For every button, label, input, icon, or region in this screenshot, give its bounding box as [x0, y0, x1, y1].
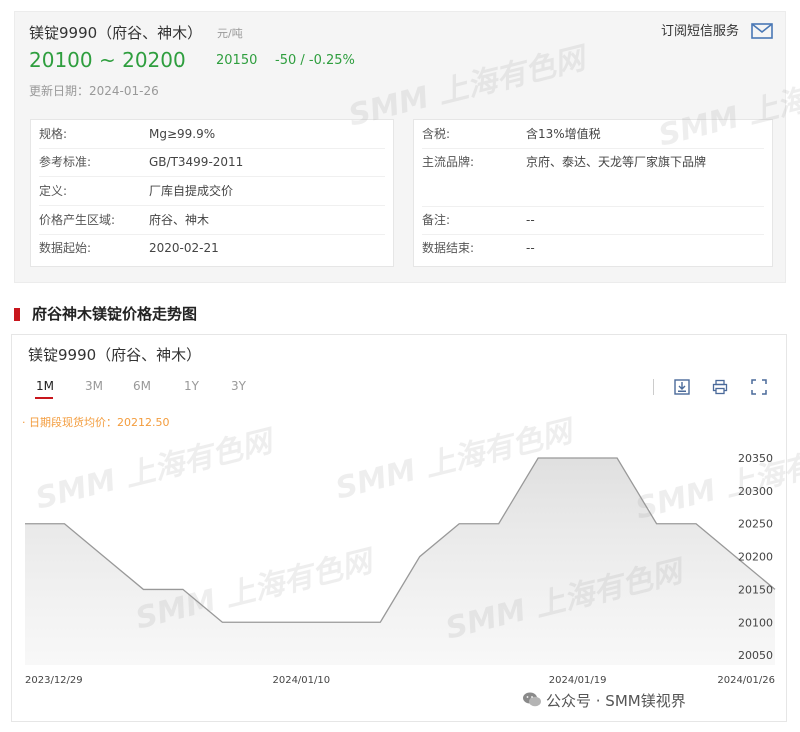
data-point[interactable]	[298, 619, 304, 625]
data-point[interactable]	[575, 455, 581, 461]
spec-row: 主流品牌: 京府、泰达、天龙等厂家旗下品牌	[422, 148, 764, 207]
section-title: 府谷神木镁锭价格走势图	[32, 305, 198, 323]
y-tick-label: 20200	[738, 551, 773, 564]
spec-key: 备注:	[422, 213, 451, 227]
spec-row: 规格: Mg≥99.9%	[39, 120, 385, 149]
chart-panel: 镁锭9990（府谷、神木） 1M 3M 6M 1Y 3Y · 日期段现货均价：2…	[11, 334, 800, 722]
spec-key: 数据结束:	[422, 241, 475, 255]
y-tick-label: 20350	[738, 452, 773, 465]
spec-row: 含税: 含13%增值税	[422, 120, 764, 149]
data-point[interactable]	[417, 554, 423, 560]
data-point[interactable]	[338, 619, 344, 625]
data-point[interactable]	[140, 586, 146, 592]
spec-row: 备注: --	[422, 206, 764, 235]
x-tick-label: 2024/01/10	[272, 675, 330, 686]
y-tick-label: 20100	[738, 616, 773, 629]
data-point[interactable]	[101, 554, 107, 560]
spec-value: --	[526, 213, 535, 227]
average-price: 20150	[216, 53, 258, 68]
spec-value: Mg≥99.9%	[149, 127, 216, 141]
data-point[interactable]	[219, 619, 225, 625]
spec-value: 厂库自提成交价	[149, 184, 234, 198]
spec-key: 参考标准:	[39, 155, 92, 169]
spec-key: 价格产生区域:	[39, 213, 116, 227]
spec-value: 府谷、神木	[149, 213, 210, 227]
spec-row: 参考标准: GB/T3499-2011	[39, 148, 385, 177]
data-point[interactable]	[693, 521, 699, 527]
spec-value: 2020-02-21	[149, 241, 219, 255]
y-tick-label: 20300	[738, 485, 773, 498]
data-point[interactable]	[456, 521, 462, 527]
spec-table-right: 含税: 含13%增值税 主流品牌: 京府、泰达、天龙等厂家旗下品牌 备注: -- 数据…	[413, 119, 773, 267]
data-point[interactable]	[22, 521, 28, 527]
price-change: -50 / -0.25%	[275, 53, 355, 68]
data-point[interactable]	[259, 619, 265, 625]
y-tick-label: 20050	[738, 649, 773, 662]
data-point[interactable]	[496, 521, 502, 527]
product-card: 镁锭9990（府谷、神木） 元/吨 订阅短信服务 20100 ~ 20200 ⌄…	[14, 11, 800, 283]
spec-key: 含税:	[422, 127, 451, 141]
x-tick-label: 2023/12/29	[25, 675, 83, 686]
section-marker	[14, 308, 20, 321]
price-unit: 元/吨	[217, 27, 243, 40]
data-point[interactable]	[180, 586, 186, 592]
spec-row: 价格产生区域: 府谷、神木	[39, 206, 385, 235]
y-tick-label: 20150	[738, 583, 773, 596]
spec-row: 数据起始: 2020-02-21	[39, 234, 385, 262]
spec-key: 定义:	[39, 184, 68, 198]
x-tick-label: 2024/01/26	[717, 675, 775, 686]
spec-value: --	[526, 241, 535, 255]
data-point[interactable]	[614, 455, 620, 461]
data-point[interactable]	[535, 455, 541, 461]
x-tick-label: 2024/01/19	[549, 675, 607, 686]
spec-row: 定义: 厂库自提成交价	[39, 177, 385, 206]
footer-brand: 公众号 · SMM镁视界	[546, 692, 686, 710]
spec-value: 京府、泰达、天龙等厂家旗下品牌	[526, 155, 707, 169]
spec-row: 数据结束: --	[422, 234, 764, 262]
chart-area-fill	[25, 458, 775, 665]
y-tick-label: 20250	[738, 518, 773, 531]
data-point[interactable]	[61, 521, 67, 527]
data-point[interactable]	[377, 619, 383, 625]
mail-icon[interactable]	[751, 22, 773, 40]
price-chart: 20050 20100 20150 20200 20250 20300 20350 2023…	[22, 452, 776, 686]
wechat-icon	[523, 692, 541, 707]
subscribe-sms-button[interactable]: 订阅短信服务	[655, 20, 745, 44]
spec-value: 含13%增值税	[526, 127, 601, 141]
spec-key: 主流品牌:	[422, 155, 475, 169]
spec-key: 数据起始:	[39, 241, 92, 255]
update-date: 更新日期：2024-01-26	[29, 84, 159, 98]
spec-value: GB/T3499-2011	[149, 155, 244, 169]
data-point[interactable]	[654, 521, 660, 527]
spec-table-left: 规格: Mg≥99.9% 参考标准: GB/T3499-2011 定义: 厂库自提成交…	[30, 119, 394, 267]
down-arrow-icon: ⌄	[177, 60, 185, 70]
product-title: 镁锭9990（府谷、神木）	[29, 24, 203, 42]
price-range: 20100 ~ 20200	[29, 48, 186, 72]
spec-key: 规格:	[39, 127, 68, 141]
